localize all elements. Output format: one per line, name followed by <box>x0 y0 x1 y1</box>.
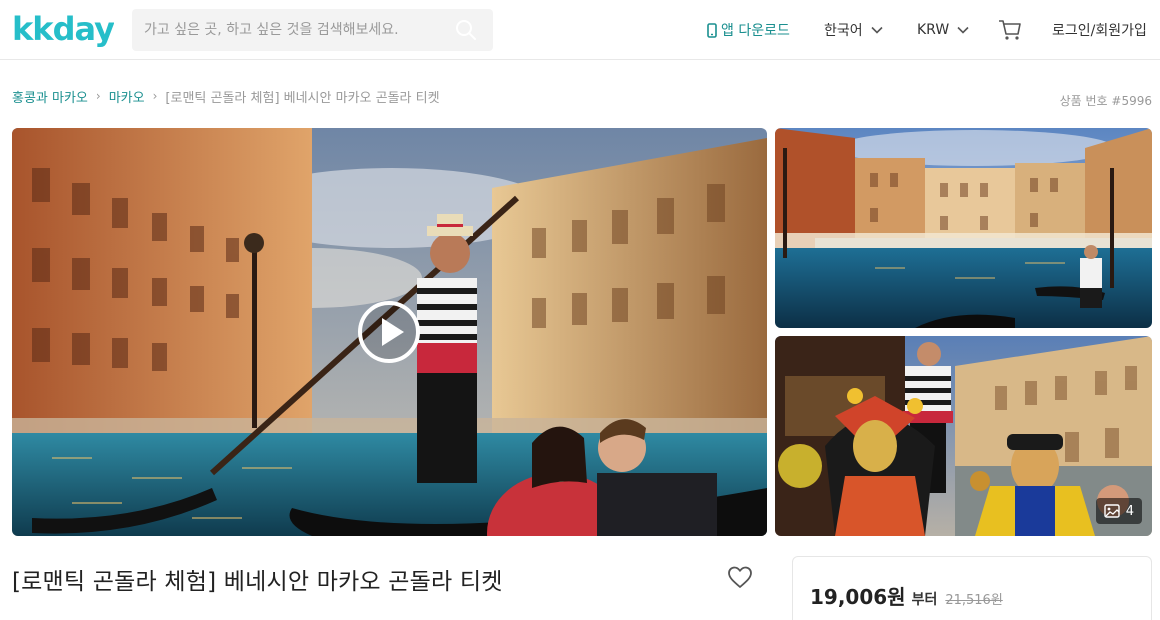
currency-selector[interactable]: KRW <box>917 0 969 60</box>
breadcrumb-macau[interactable]: 마카오 <box>109 87 145 106</box>
chevron-down-icon <box>871 26 883 34</box>
product-title: [로맨틱 곤돌라 체험] 베네시안 마카오 곤돌라 티켓 <box>12 569 503 595</box>
app-download-link[interactable]: 앱 다운로드 <box>707 0 790 60</box>
logo-text: kkday <box>12 10 114 48</box>
main-gallery-image[interactable] <box>12 128 767 536</box>
search-input[interactable] <box>132 9 447 51</box>
language-selector[interactable]: 한국어 <box>824 0 883 60</box>
price-suffix: 부터 <box>911 592 938 608</box>
app-download-label: 앱 다운로드 <box>721 23 790 39</box>
image-icon <box>1104 504 1120 518</box>
search-bar <box>132 9 493 51</box>
breadcrumb-current: [로맨틱 곤돌라 체험] 베네시안 마카오 곤돌라 티켓 <box>165 90 440 106</box>
gallery-image-3[interactable]: 4 <box>775 336 1152 536</box>
site-header: kkday 앱 다운로드 한국어 KRW <box>0 0 1160 60</box>
login-signup-link[interactable]: 로그인/회원가입 <box>1052 0 1147 60</box>
product-number: 상품 번호 #5996 <box>1059 94 1152 108</box>
canal-photo <box>775 128 1152 328</box>
kkday-logo[interactable]: kkday <box>12 8 114 52</box>
cart-button[interactable] <box>998 0 1022 60</box>
chevron-down-icon <box>957 26 969 34</box>
photo-count-badge[interactable]: 4 <box>1095 498 1142 524</box>
currency-label: KRW <box>917 22 950 38</box>
play-video-icon[interactable] <box>357 300 421 364</box>
original-price: 21,516원 <box>945 593 1003 608</box>
search-icon[interactable] <box>455 19 477 41</box>
logo-graphic: kkday <box>12 10 114 48</box>
language-label: 한국어 <box>824 23 863 39</box>
price-row: 19,006원 부터 21,516원 <box>810 581 1003 610</box>
price-card: 19,006원 부터 21,516원 <box>792 556 1152 620</box>
current-price: 19,006원 <box>810 585 906 609</box>
breadcrumb-separator: › <box>152 89 158 103</box>
gallery-image-2[interactable] <box>775 128 1152 328</box>
cart-icon <box>999 20 1021 40</box>
photo-count-value: 4 <box>1125 503 1134 519</box>
breadcrumb-hongkong-macau[interactable]: 홍콩과 마카오 <box>12 87 88 106</box>
phone-icon <box>707 22 717 38</box>
breadcrumb-separator: › <box>95 89 101 103</box>
heart-icon[interactable] <box>727 565 753 591</box>
breadcrumb: 홍콩과 마카오 › 마카오 › [로맨틱 곤돌라 체험] 베네시안 마카오 곤돌… <box>12 86 440 106</box>
login-label: 로그인/회원가입 <box>1052 23 1147 39</box>
